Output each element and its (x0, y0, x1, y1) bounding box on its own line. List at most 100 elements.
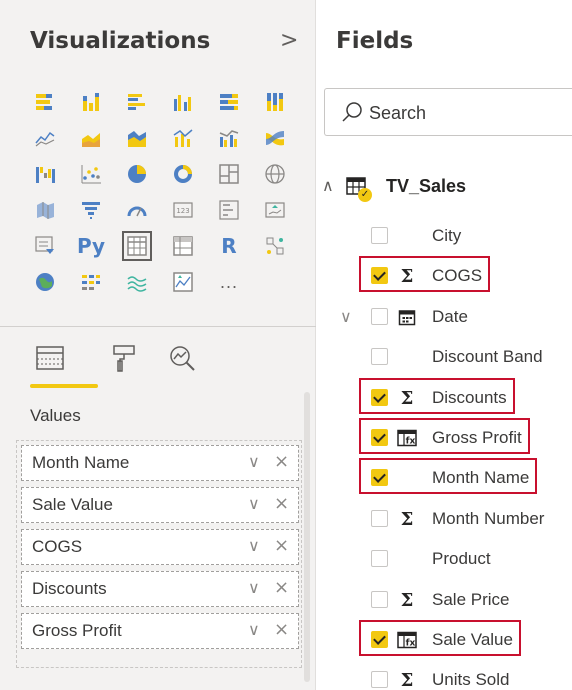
field-name: City (432, 226, 462, 245)
python-visual-icon[interactable]: Py (68, 228, 114, 264)
field-checkbox[interactable] (371, 348, 388, 365)
value-field-chip[interactable]: Discounts ∨ × (21, 571, 299, 607)
arcgis-map-icon[interactable] (22, 264, 68, 300)
scatter-chart-icon[interactable] (68, 156, 114, 192)
values-well-label: Values (30, 406, 81, 425)
line-chart-icon[interactable] (22, 120, 68, 156)
selection-highlight-box (359, 418, 530, 454)
more-visuals-icon[interactable]: ... (206, 264, 252, 300)
stacked-bar-chart-icon[interactable] (22, 84, 68, 120)
calendar-icon (396, 306, 418, 328)
100-percent-stacked-bar-chart-icon[interactable] (206, 84, 252, 120)
r-visual-icon[interactable]: R (206, 228, 252, 264)
ribbon-chart-icon[interactable] (252, 120, 298, 156)
value-field-chip[interactable]: Month Name ∨ × (21, 445, 299, 481)
clustered-bar-chart-icon[interactable] (114, 84, 160, 120)
field-checkbox[interactable] (371, 550, 388, 567)
field-item[interactable]: Product (316, 541, 572, 577)
selection-highlight-box (359, 378, 515, 414)
pie-chart-icon[interactable] (114, 156, 160, 192)
field-item[interactable]: Σ COGS (316, 256, 572, 294)
field-name: Product (432, 549, 491, 568)
chevron-down-icon[interactable]: ∨ (248, 452, 260, 471)
stacked-column-chart-icon[interactable] (68, 84, 114, 120)
table-tv-sales[interactable]: ∧ ✓ TV_Sales (316, 166, 572, 206)
table-visual-icon[interactable] (114, 228, 160, 264)
visualizations-pane: Visualizations > 123 Py R... Values Month … (0, 0, 316, 690)
format-paint-roller-icon[interactable] (104, 336, 144, 380)
area-chart-icon[interactable] (68, 120, 114, 156)
field-checkbox[interactable] (371, 591, 388, 608)
chevron-down-icon[interactable]: ∨ (248, 620, 260, 639)
multi-row-card-icon[interactable] (206, 192, 252, 228)
clustered-column-chart-icon[interactable] (160, 84, 206, 120)
remove-field-close-icon[interactable]: × (274, 451, 289, 472)
visualizations-scrollbar[interactable] (304, 392, 310, 682)
chevron-down-icon[interactable]: ∨ (248, 578, 260, 597)
visualizations-title: Visualizations (30, 28, 211, 54)
map-icon[interactable] (252, 156, 298, 192)
visual-gallery: 123 Py R... (22, 84, 298, 300)
selection-highlight-box (359, 256, 490, 292)
field-checkbox[interactable] (371, 671, 388, 688)
field-name: Units Sold (432, 670, 510, 689)
search-input[interactable]: Search (324, 88, 572, 136)
value-field-label: Sale Value (32, 495, 113, 514)
chevron-down-icon[interactable]: ∨ (248, 536, 260, 555)
gauge-icon[interactable] (114, 192, 160, 228)
value-field-label: Gross Profit (32, 621, 122, 640)
expand-chevron-down-icon[interactable]: ∨ (340, 307, 352, 326)
value-field-chip[interactable]: Gross Profit ∨ × (21, 613, 299, 649)
field-item[interactable]: Σ Sale Price (316, 582, 572, 618)
collapse-table-chevron-icon[interactable]: ∧ (322, 176, 334, 195)
search-placeholder: Search (369, 103, 427, 123)
remove-field-close-icon[interactable]: × (274, 619, 289, 640)
sigma-icon: Σ (400, 508, 414, 530)
matrix-icon[interactable] (160, 228, 206, 264)
collapse-visualizations-chevron-icon[interactable]: > (280, 28, 298, 53)
decomposition-tree-icon[interactable] (68, 264, 114, 300)
field-item[interactable]: City (316, 218, 572, 254)
field-checkbox[interactable] (371, 227, 388, 244)
remove-field-close-icon[interactable]: × (274, 493, 289, 514)
field-name: Date (432, 307, 468, 326)
donut-chart-icon[interactable] (160, 156, 206, 192)
field-item[interactable]: Σ Month Number (316, 501, 572, 537)
field-item[interactable]: Month Name (316, 458, 572, 496)
kpi-icon[interactable] (252, 192, 298, 228)
remove-field-close-icon[interactable]: × (274, 535, 289, 556)
stacked-area-chart-icon[interactable] (114, 120, 160, 156)
field-checkbox[interactable] (371, 308, 388, 325)
search-icon (342, 102, 362, 122)
100-percent-stacked-column-chart-icon[interactable] (252, 84, 298, 120)
custom-visual-icon[interactable] (160, 264, 206, 300)
values-well: Month Name ∨ × Sale Value ∨ × COGS ∨ × Discounts ∨… (16, 440, 302, 668)
slicer-icon[interactable] (22, 228, 68, 264)
funnel-icon[interactable] (68, 192, 114, 228)
qa-icon[interactable] (114, 264, 160, 300)
line-and-clustered-column-chart-icon[interactable] (206, 120, 252, 156)
analytics-magnifier-icon[interactable] (162, 336, 202, 380)
value-field-label: Month Name (32, 453, 130, 472)
filled-map-icon[interactable] (22, 192, 68, 228)
line-and-stacked-column-chart-icon[interactable] (160, 120, 206, 156)
field-item[interactable]: fx Sale Value (316, 620, 572, 658)
field-item[interactable]: Σ Units Sold (316, 662, 572, 690)
chevron-down-icon[interactable]: ∨ (248, 494, 260, 513)
table-in-use-check-icon: ✓ (358, 188, 372, 202)
field-item[interactable]: Σ Discounts (316, 378, 572, 416)
fields-tab-icon[interactable] (30, 336, 70, 380)
field-item[interactable]: Discount Band (316, 339, 572, 375)
field-checkbox[interactable] (371, 510, 388, 527)
key-influencers-icon[interactable] (252, 228, 298, 264)
fields-pane: Fields Search ∧ ✓ TV_Sales City Σ COGS ∨ Dat… (316, 0, 572, 690)
treemap-icon[interactable] (206, 156, 252, 192)
waterfall-chart-icon[interactable] (22, 156, 68, 192)
remove-field-close-icon[interactable]: × (274, 577, 289, 598)
field-item[interactable]: ∨ Date (316, 299, 572, 335)
value-field-chip[interactable]: Sale Value ∨ × (21, 487, 299, 523)
value-field-chip[interactable]: COGS ∨ × (21, 529, 299, 565)
r-label: R (221, 234, 237, 258)
field-item[interactable]: fx Gross Profit (316, 418, 572, 456)
card-icon[interactable]: 123 (160, 192, 206, 228)
